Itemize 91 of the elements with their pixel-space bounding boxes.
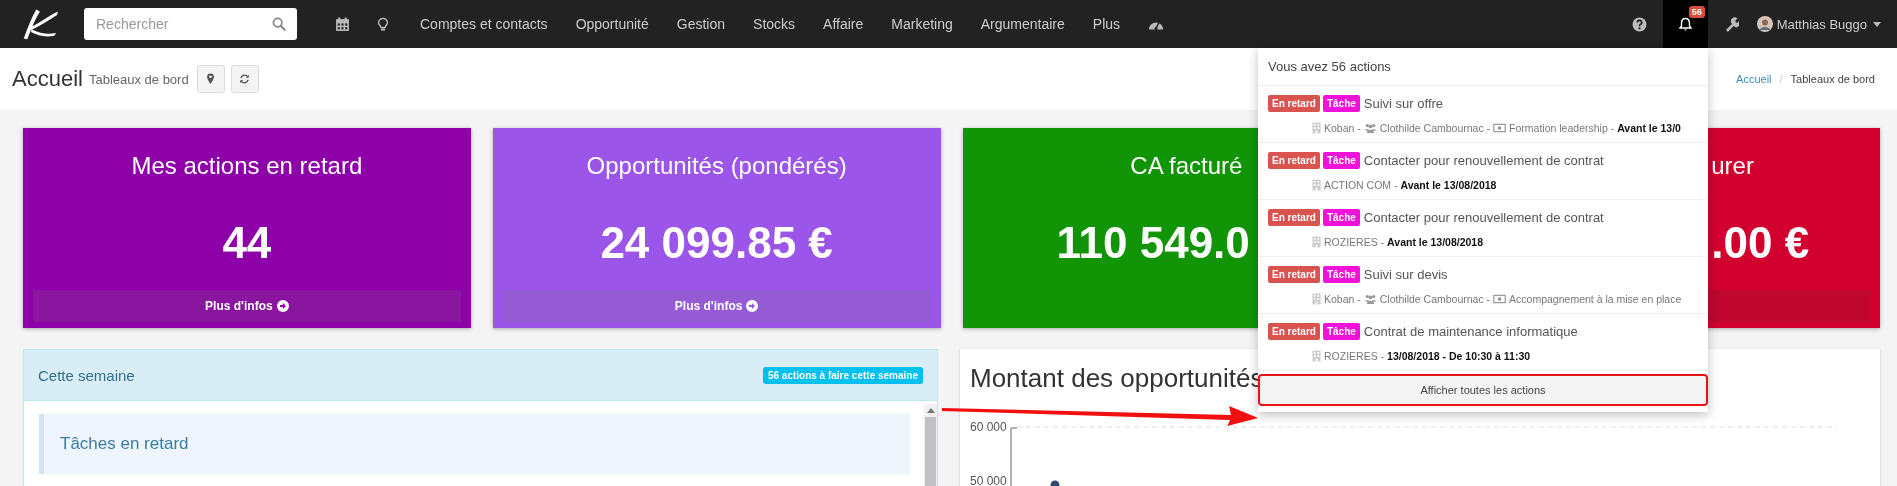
callout-title: Tâches en retard (60, 434, 189, 454)
breadcrumb-separator: / (1779, 73, 1783, 85)
card-title: Mes actions en retard (131, 152, 363, 180)
panel-title: Cette semaine (38, 366, 135, 384)
status-label: En retard (1268, 209, 1320, 226)
action-detail: 13/08/2018 - De 10:30 à 11:30 (1387, 350, 1531, 362)
card-value: .00 € (1711, 218, 1810, 268)
lightbulb-icon[interactable] (378, 16, 388, 32)
nav-menu-item[interactable]: Gestion (662, 16, 740, 32)
avatar-icon (1756, 16, 1773, 32)
action-item[interactable]: En retard Tâche Contrat de maintenance informatique ROZIERES - 13/08/2018 - De 10:30 à 11:30 (1258, 314, 1708, 371)
bell-icon (1677, 16, 1693, 32)
action-detail: Clothilde Cambournac - (1379, 293, 1491, 305)
action-detail: Avant le 13/08/2018 (1400, 179, 1497, 191)
action-detail: ROZIERES - (1324, 236, 1385, 248)
arrow-circle-right-icon (276, 300, 289, 312)
show-all-actions-button[interactable]: Afficher toutes les actions (1258, 374, 1708, 406)
caret-icon (1873, 21, 1881, 27)
action-detail: ROZIERES - (1324, 350, 1385, 362)
action-detail: ACTION COM - (1324, 179, 1398, 191)
search-icon[interactable] (272, 17, 286, 31)
building-icon (1312, 350, 1321, 362)
card-title: Opportunités (pondérés) (586, 152, 847, 180)
notification-count: 56 (1688, 6, 1705, 18)
card-title: CA facturé (1130, 152, 1243, 180)
banknote-icon (1493, 294, 1507, 304)
card-title: urer (1711, 152, 1754, 180)
type-label: Tâche (1322, 209, 1360, 226)
location-button[interactable] (196, 65, 225, 93)
action-title: Contacter pour renouvellement de contrat (1363, 153, 1604, 168)
status-label: En retard (1268, 323, 1320, 340)
calendar-icon[interactable] (335, 16, 350, 32)
users-icon (1363, 123, 1377, 133)
nav-menu-item[interactable]: Opportunité (561, 16, 663, 32)
breadcrumb-link[interactable]: Accueil (1736, 73, 1772, 85)
action-item[interactable]: En retard Tâche Contacter pour renouvellement de contrat ROZIERES - Avant le 13/08/2018 (1258, 200, 1708, 257)
action-item[interactable]: En retard Tâche Suivi sur devis Koban - Clothilde Cambournac - Accompagnement à la mise en place (1258, 257, 1708, 314)
action-title: Contrat de maintenance informatique (1363, 324, 1578, 339)
more-info-link[interactable]: Plus d'infos (502, 290, 931, 322)
card-value: 44 (222, 218, 272, 268)
help-icon[interactable] (1631, 16, 1647, 32)
nav-menu-item[interactable]: Stocks (739, 16, 810, 32)
action-detail: Koban - (1324, 293, 1361, 305)
action-detail: Accompagnement à la mise en place (1509, 293, 1682, 305)
action-title: Contacter pour renouvellement de contrat (1363, 210, 1604, 225)
arrow-circle-right-icon (746, 300, 759, 312)
building-icon (1312, 122, 1321, 134)
refresh-icon (239, 73, 251, 85)
status-label: En retard (1268, 152, 1320, 169)
action-detail: Avant le 13/0 (1617, 122, 1681, 134)
user-menu[interactable]: Matthias Buggo (1756, 16, 1881, 32)
type-label: Tâche (1322, 266, 1360, 283)
action-detail: Koban - (1324, 122, 1361, 134)
action-detail: Avant le 13/08/2018 (1387, 236, 1484, 248)
building-icon (1312, 236, 1321, 248)
actions-count-badge: 56 actions à faire cette semaine (762, 366, 923, 384)
page-subtitle: Tableaux de bord (88, 71, 189, 87)
refresh-button[interactable] (230, 65, 259, 93)
action-detail: Clothilde Cambournac - (1379, 122, 1491, 134)
page-title: Accueil (12, 66, 83, 92)
axis-label: 50 000 (970, 474, 1007, 486)
search-field[interactable]: Rechercher (84, 8, 297, 40)
status-label: En retard (1268, 95, 1320, 112)
users-icon (1363, 294, 1377, 304)
action-item[interactable]: En retard Tâche Suivi sur offre Koban - Clothilde Cambournac - Formation leadership - Avant le 13/0 (1258, 86, 1708, 143)
nav-menu-item[interactable]: Marketing (877, 16, 967, 32)
breadcrumb-current: Tableaux de bord (1790, 73, 1875, 85)
nav-menu-item[interactable]: Argumentaire (966, 16, 1079, 32)
banknote-icon (1493, 123, 1507, 133)
action-detail: Formation leadership - (1509, 122, 1615, 134)
action-title: Suivi sur devis (1363, 267, 1448, 282)
scroll-up-icon[interactable] (926, 408, 935, 413)
nav-menu-item[interactable]: Affaire (809, 16, 878, 32)
type-label: Tâche (1322, 95, 1360, 112)
dropdown-header: Vous avez 56 actions (1258, 48, 1708, 86)
card-value: 24 099.85 € (600, 218, 833, 268)
type-label: Tâche (1322, 152, 1360, 169)
notifications-button[interactable]: 56 (1662, 0, 1708, 48)
type-label: Tâche (1322, 323, 1360, 340)
status-label: En retard (1268, 266, 1320, 283)
more-info-link[interactable]: Plus d'infos (33, 290, 461, 322)
action-title: Suivi sur offre (1363, 96, 1444, 111)
axis-label: 60 000 (970, 420, 1007, 434)
map-marker-icon (205, 73, 217, 85)
nav-menu-item[interactable]: Plus (1078, 16, 1135, 32)
wrench-icon[interactable] (1723, 16, 1739, 32)
building-icon (1312, 179, 1321, 191)
building-icon (1312, 293, 1321, 305)
card-value: 110 549.0 (1056, 218, 1250, 268)
action-item[interactable]: En retard Tâche Contacter pour renouvellement de contrat ACTION COM - Avant le 13/08/2018 (1258, 143, 1708, 200)
nav-menu-item[interactable]: Comptes et contacts (406, 16, 562, 32)
